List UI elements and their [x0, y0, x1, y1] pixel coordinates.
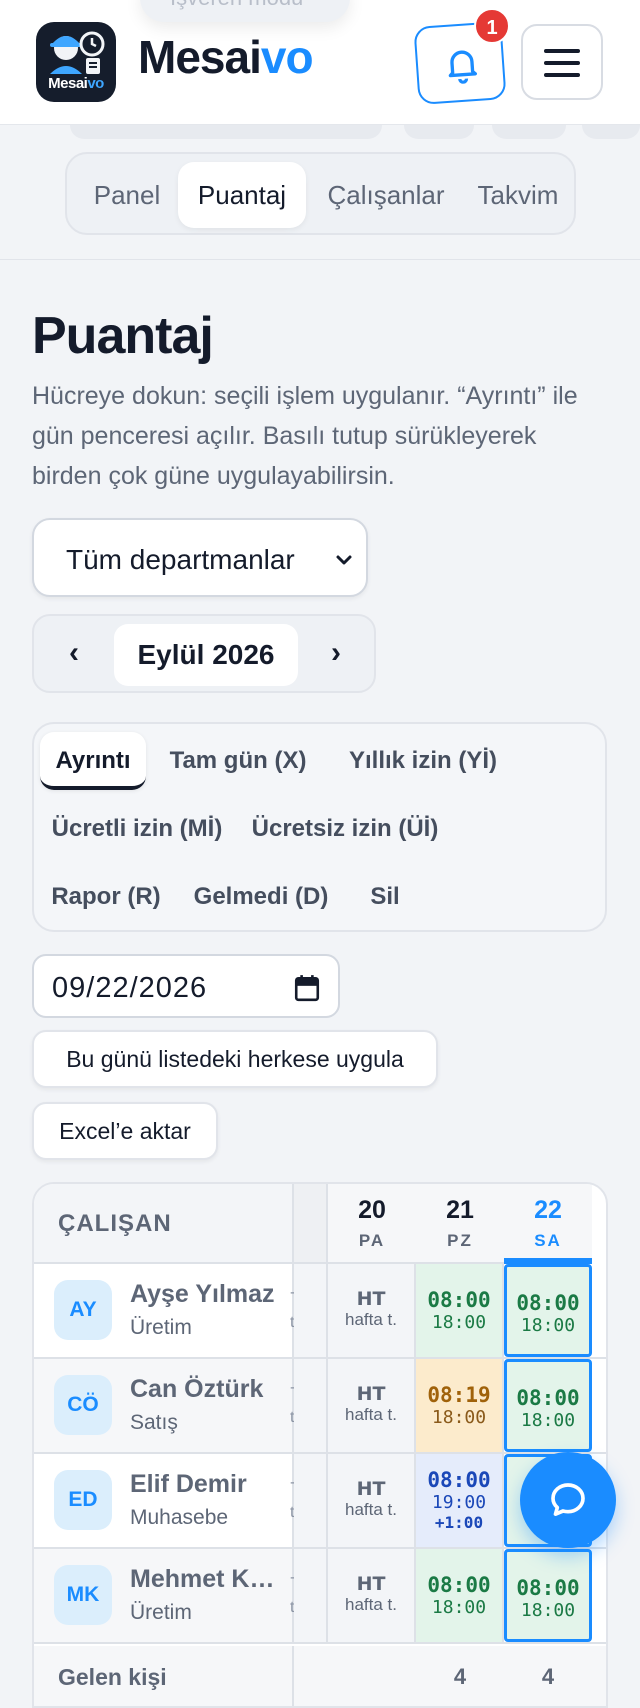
day-cell[interactable]: 08:00 18:00: [416, 1549, 504, 1642]
tab-puantaj[interactable]: Puantaj: [178, 162, 306, 228]
avatar: ED: [54, 1470, 112, 1530]
employee-cell[interactable]: MK Mehmet Kaya Üretim - t.: [34, 1549, 299, 1642]
tab-takvim[interactable]: Takvim: [467, 162, 569, 228]
export-excel-button[interactable]: Excel’e aktar: [32, 1102, 218, 1160]
brand-name: Mesaivo: [138, 30, 314, 84]
notification-badge: 1: [474, 8, 510, 44]
attendance-count-label: Gelen kişi: [34, 1646, 294, 1706]
avatar: MK: [54, 1565, 112, 1625]
attendance-count: 4: [453, 1664, 467, 1689]
current-month: Eylül 2026: [114, 624, 298, 686]
day-cell[interactable]: HT hafta t.: [328, 1264, 416, 1357]
menu-button[interactable]: [521, 24, 603, 100]
chat-button[interactable]: [520, 1452, 616, 1548]
day-header-today[interactable]: 22 SA: [504, 1184, 592, 1264]
chevron-down-icon: [336, 555, 352, 565]
employee-name: Ayşe Yılmaz: [130, 1280, 275, 1308]
employee-department: Muhasebe: [130, 1506, 229, 1529]
calendar-icon[interactable]: [294, 974, 320, 1002]
action-detail[interactable]: Ayrıntı: [40, 732, 146, 790]
action-delete[interactable]: Sil: [354, 868, 416, 926]
bell-icon: [448, 50, 477, 84]
page-description: Hücreye dokun: seçili işlem uygulanır. “…: [32, 382, 578, 490]
table-row: AY Ayşe Yılmaz Üretim - t. HThafta t. 08…: [34, 1264, 606, 1359]
day-cell[interactable]: 08:19 18:00: [416, 1359, 504, 1452]
attendance-count: 4: [541, 1664, 555, 1689]
day-cell[interactable]: HT hafta t.: [328, 1549, 416, 1642]
day-cell-selected[interactable]: 08:00 18:00: [504, 1264, 592, 1357]
employee-cell[interactable]: ED Elif Demir Muhasebe - t.: [34, 1454, 299, 1547]
brand-main: Mesai: [138, 31, 262, 83]
date-input[interactable]: 09/22/2026: [32, 954, 340, 1018]
employee-department: Üretim: [130, 1601, 192, 1624]
logo-wordmark: Mesaivo: [48, 75, 104, 92]
chat-bubble-icon: [551, 1483, 585, 1516]
hamburger-menu-icon: [544, 49, 580, 53]
brand-accent: vo: [260, 31, 314, 83]
action-paid-leave[interactable]: Ücretli izin (Mİ): [44, 800, 230, 858]
employee-name: Mehmet Kaya: [130, 1565, 288, 1593]
action-unpaid-leave[interactable]: Ücretsiz izin (Üİ): [244, 800, 446, 858]
action-selector: Ayrıntı Tam gün (X) Yıllık izin (Yİ) Ücr…: [32, 722, 607, 932]
department-select[interactable]: Tüm departmanlar: [32, 518, 368, 597]
month-navigator: ‹ Eylül 2026 ›: [32, 614, 376, 693]
employee-cell[interactable]: AY Ayşe Yılmaz Üretim - t.: [34, 1264, 299, 1357]
day-cell-partial[interactable]: [294, 1549, 328, 1642]
day-cell-partial[interactable]: [294, 1264, 328, 1357]
action-annual-leave[interactable]: Yıllık izin (Yİ): [334, 732, 512, 790]
apply-to-all-button[interactable]: Bu günü listedeki herkese uygula: [32, 1030, 438, 1088]
table-footer: Gelen kişi 4 4: [34, 1646, 606, 1706]
next-month-button[interactable]: ›: [316, 630, 356, 678]
day-header[interactable]: 20 PA: [328, 1184, 416, 1264]
attendance-count: [328, 1646, 416, 1706]
day-cell-selected[interactable]: 08:00 18:00: [504, 1359, 592, 1452]
tab-panel[interactable]: Panel: [73, 162, 181, 228]
employee-name: Can Öztürk: [130, 1375, 264, 1403]
app-logo[interactable]: Mesaivo: [36, 22, 116, 102]
day-cell[interactable]: HT hafta t.: [328, 1359, 416, 1452]
date-input-value: 09/22/2026: [52, 972, 208, 1004]
day-cell[interactable]: 08:00 19:00 +1:00: [416, 1454, 504, 1547]
top-bar: İşveren modu Mesaivo Mesaivo 1: [0, 0, 640, 125]
timesheet-table: ÇALIŞAN 20 PA 21 PZ 22 SA AY Ayşe Yılmaz Ür…: [32, 1182, 608, 1708]
day-header-partial: [294, 1184, 328, 1264]
prev-month-button[interactable]: ‹: [54, 630, 94, 678]
avatar: CÖ: [54, 1375, 112, 1435]
department-select-value: Tüm departmanlar: [66, 544, 295, 575]
day-cell[interactable]: 08:00 18:00: [416, 1264, 504, 1357]
employee-name: Elif Demir: [130, 1470, 247, 1498]
page-title: Puantaj: [32, 307, 214, 365]
employee-department: Satış: [130, 1411, 178, 1434]
main-nav-tabs: Panel Puantaj Çalışanlar Takvim: [65, 152, 576, 235]
mode-pill-label: İşveren modu: [170, 0, 303, 10]
employee-department: Üretim: [130, 1316, 192, 1339]
action-full-day[interactable]: Tam gün (X): [158, 732, 318, 790]
avatar: AY: [54, 1280, 112, 1340]
action-absent[interactable]: Gelmedi (D): [184, 868, 338, 926]
day-cell-selected[interactable]: 08:00 18:00: [504, 1549, 592, 1642]
employee-column-header: ÇALIŞAN: [34, 1184, 294, 1264]
day-header[interactable]: 21 PZ: [416, 1184, 504, 1264]
worker-clock-icon: [50, 31, 105, 74]
day-cell-partial[interactable]: [294, 1359, 328, 1452]
day-cell[interactable]: HT hafta t.: [328, 1454, 416, 1547]
table-row: MK Mehmet Kaya Üretim - t. HThafta t. 08…: [34, 1549, 606, 1644]
employee-cell[interactable]: CÖ Can Öztürk Satış - t.: [34, 1359, 299, 1452]
day-cell-partial[interactable]: [294, 1454, 328, 1547]
table-row: CÖ Can Öztürk Satış - t. HThafta t. 08:1…: [34, 1359, 606, 1454]
tab-calisanlar[interactable]: Çalışanlar: [311, 162, 461, 228]
mode-pill-ghost: İşveren modu: [140, 0, 350, 22]
action-report[interactable]: Rapor (R): [44, 868, 168, 926]
